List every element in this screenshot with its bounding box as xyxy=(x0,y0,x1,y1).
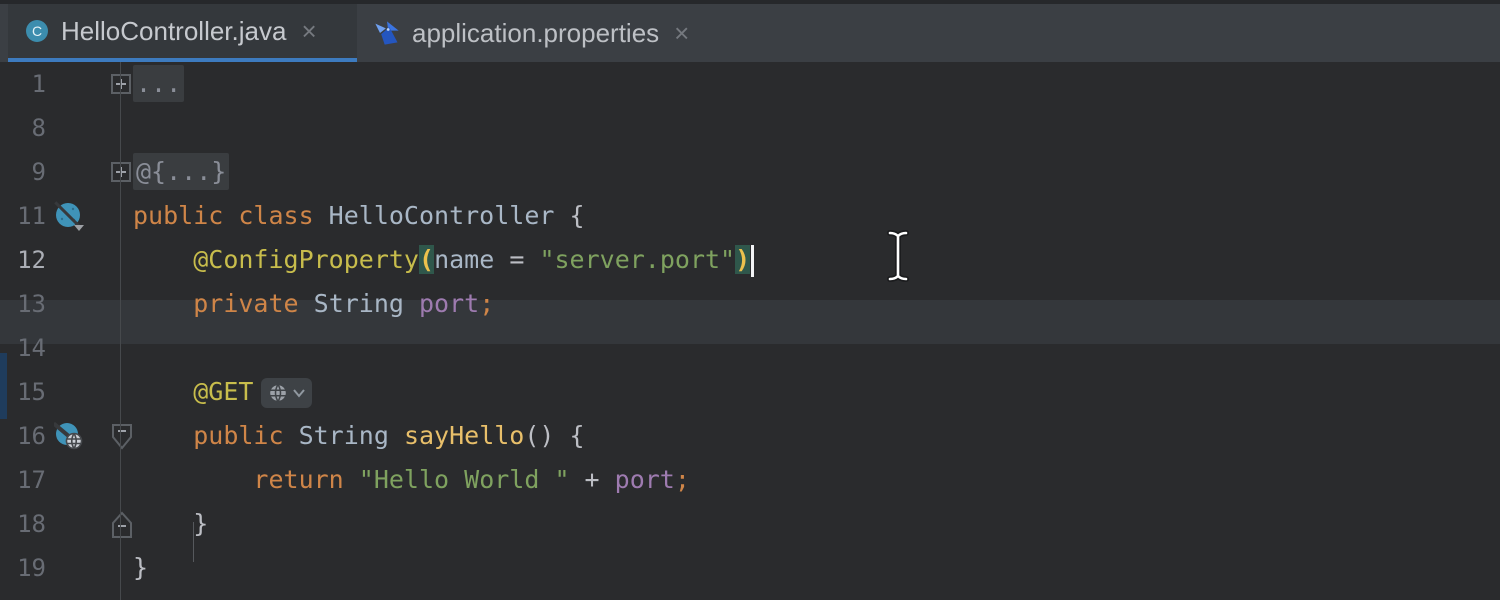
line-number: 17 xyxy=(0,458,46,502)
code-token: return xyxy=(253,465,358,494)
code-token: @ConfigProperty xyxy=(193,245,419,274)
code-text: return "Hello World " + port; xyxy=(133,458,690,502)
line-number: 11 xyxy=(0,194,46,238)
rest-endpoint-icon[interactable] xyxy=(54,421,86,453)
code-token: = xyxy=(509,245,539,274)
code-token xyxy=(133,289,193,318)
editor-tab-bar: C HelloController.java × application.pro… xyxy=(0,0,1500,62)
code-token: private xyxy=(193,289,313,318)
text-caret xyxy=(751,245,754,277)
line-number: 14 xyxy=(0,326,46,370)
code-text: @GET xyxy=(133,370,312,414)
java-class-icon: C xyxy=(24,18,50,44)
indent-guide xyxy=(193,522,194,562)
code-token: public xyxy=(193,421,298,450)
code-line-15[interactable]: 15 @GET xyxy=(0,370,1500,414)
line-number: 1 xyxy=(0,62,46,106)
code-line-18[interactable]: 18 } xyxy=(0,502,1500,546)
code-token xyxy=(133,245,193,274)
code-token: name xyxy=(434,245,509,274)
code-text: @{...} xyxy=(133,150,229,194)
tab-application-properties[interactable]: application.properties × xyxy=(357,4,735,62)
code-line-9[interactable]: 9 @{...} xyxy=(0,150,1500,194)
code-token: } xyxy=(133,553,148,582)
tab-label: HelloController.java xyxy=(61,16,286,47)
code-line-16[interactable]: 16 public String sayHello() { xyxy=(0,414,1500,458)
line-number: 13 xyxy=(0,282,46,326)
code-text: @ConfigProperty(name = "server.port") xyxy=(133,238,754,282)
ide-window: C HelloController.java × application.pro… xyxy=(0,0,1500,600)
fold-marker-start-icon[interactable] xyxy=(110,422,134,452)
code-text: public String sayHello() { xyxy=(133,414,585,458)
tab-hellocontroller-java[interactable]: C HelloController.java × xyxy=(8,4,357,62)
code-token xyxy=(133,421,193,450)
code-token: sayHello xyxy=(404,421,524,450)
code-token: String xyxy=(299,421,404,450)
fold-marker-collapsed-icon[interactable] xyxy=(110,161,134,183)
code-text: } xyxy=(133,546,148,590)
endpoint-inlay[interactable] xyxy=(261,378,312,408)
tab-label: application.properties xyxy=(412,18,659,49)
rest-class-icon[interactable] xyxy=(54,201,86,233)
code-token: ; xyxy=(479,289,494,318)
code-line-17[interactable]: 17 return "Hello World " + port; xyxy=(0,458,1500,502)
close-icon[interactable]: × xyxy=(674,20,689,46)
code-text: } xyxy=(133,502,208,546)
code-token: "server.port" xyxy=(539,245,735,274)
line-number: 9 xyxy=(0,150,46,194)
line-number: 18 xyxy=(0,502,46,546)
code-token xyxy=(133,377,193,406)
code-token: public class xyxy=(133,201,329,230)
quarkus-file-icon xyxy=(373,19,401,47)
code-token: ; xyxy=(675,465,690,494)
code-token: port xyxy=(419,289,479,318)
chevron-down-icon xyxy=(292,387,306,399)
code-line-8[interactable]: 8 xyxy=(0,106,1500,150)
code-token: () { xyxy=(524,421,584,450)
code-line-19[interactable]: 19} xyxy=(0,546,1500,590)
code-text: public class HelloController { xyxy=(133,194,585,238)
code-token: port xyxy=(615,465,675,494)
line-number: 8 xyxy=(0,106,46,150)
code-line-13[interactable]: 13 private String port; xyxy=(0,282,1500,326)
window-top-strip xyxy=(0,0,1500,4)
code-token: ... xyxy=(133,65,184,102)
code-token xyxy=(133,465,253,494)
code-token: { xyxy=(570,201,585,230)
globe-icon xyxy=(267,382,289,404)
code-token: "Hello World " xyxy=(359,465,570,494)
code-token: ( xyxy=(419,245,434,274)
code-token: @{...} xyxy=(133,153,229,190)
close-icon[interactable]: × xyxy=(301,18,316,44)
code-token: HelloController xyxy=(329,201,570,230)
code-text: private String port; xyxy=(133,282,494,326)
fold-marker-end-icon[interactable] xyxy=(110,510,134,540)
code-token: } xyxy=(133,509,208,538)
code-line-11[interactable]: 11 public class HelloController { xyxy=(0,194,1500,238)
code-token: ) xyxy=(735,245,750,274)
code-editor[interactable]: 1...89@{...}11public class HelloControll… xyxy=(0,62,1500,600)
code-line-12[interactable]: 12 @ConfigProperty(name = "server.port") xyxy=(0,238,1500,282)
code-token: + xyxy=(570,465,615,494)
line-number: 16 xyxy=(0,414,46,458)
line-number: 15 xyxy=(0,370,46,414)
code-text: ... xyxy=(133,62,184,106)
code-token: @GET xyxy=(193,377,253,406)
fold-marker-collapsed-icon[interactable] xyxy=(110,73,134,95)
line-number: 19 xyxy=(0,546,46,590)
line-number: 12 xyxy=(0,238,46,282)
code-line-1[interactable]: 1... xyxy=(0,62,1500,106)
code-line-14[interactable]: 14 xyxy=(0,326,1500,370)
gutter-separator-line xyxy=(120,62,121,600)
svg-text:C: C xyxy=(32,23,42,39)
code-token: String xyxy=(314,289,419,318)
